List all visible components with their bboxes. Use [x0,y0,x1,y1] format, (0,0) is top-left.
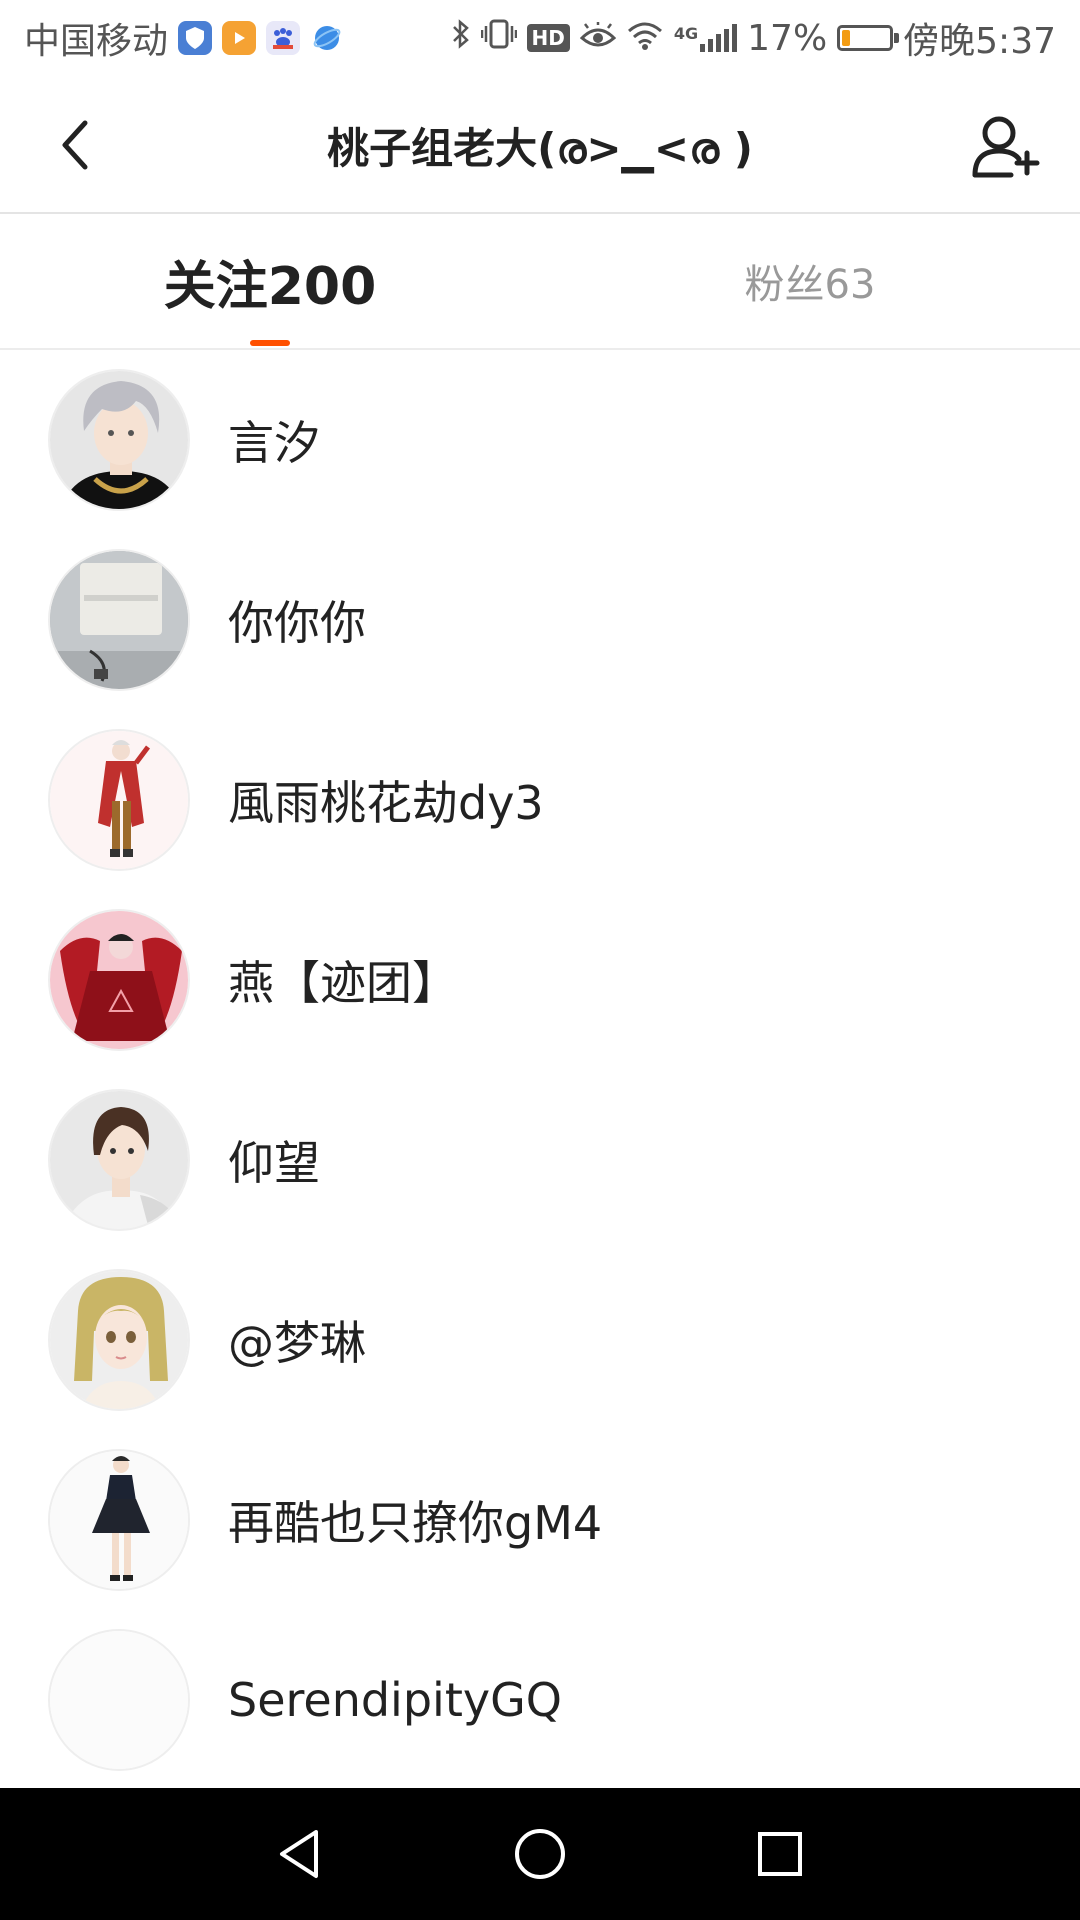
security-app-icon [178,21,213,55]
user-name: 仰望 [228,1136,320,1190]
triangle-back-icon [280,1830,318,1878]
wifi-icon [626,18,664,59]
eye-comfort-icon [579,18,617,59]
black-dress-avatar [48,1449,190,1591]
battery-percent: 17% [747,17,828,59]
status-right: HD 4G 17% 傍晚5:37 [451,12,1056,64]
tab-fans-label: 粉丝63 [744,262,876,308]
user-name: 燕【迹团】 [228,956,458,1010]
cellular-signal: 4G [673,24,738,52]
blank-avatar [48,1629,190,1771]
user-name: 言汐 [228,416,320,470]
system-nav-bar [0,1788,1080,1920]
add-friend-button[interactable] [966,106,1046,186]
square-recents-icon [758,1832,802,1876]
list-item[interactable]: SerendipityGQ [0,1610,1080,1788]
user-name: 風雨桃花劫dy3 [228,776,544,830]
user-add-icon [972,116,1040,178]
brown-hair-avatar [48,1089,190,1231]
user-name: @梦琳 [228,1316,366,1370]
tab-following[interactable]: 关注200 [120,214,420,348]
list-item[interactable]: 你你你 [0,530,1080,710]
list-item[interactable]: 再酷也只撩你gM4 [0,1430,1080,1610]
list-item[interactable]: @梦琳 [0,1250,1080,1430]
baidu-app-icon [266,21,301,55]
user-name: 你你你 [228,596,366,650]
tab-following-label: 关注200 [163,256,377,317]
following-list: 言汐 你你你 風雨桃花劫dy3 燕【迹团】 仰望 @梦琳 再酷也只撩你gM4 S… [0,350,1080,1788]
clock: 傍晚5:37 [903,21,1056,62]
silver-hair-avatar [48,369,190,511]
status-left: 中国移动 [24,12,451,64]
red-coat-avatar [48,729,190,871]
blonde-avatar [48,1269,190,1411]
list-item[interactable]: 言汐 [0,350,1080,530]
browser-app-icon [310,21,345,55]
network-type-label: 4G [673,24,699,43]
signal-bars-icon [700,24,738,52]
vibrate-icon [480,18,517,59]
bluetooth-icon [451,18,471,58]
user-follow-page: 中国移动 HD 4G 17% 傍晚5:37 桃子组老大(ര>▁<ര) 关注20… [0,0,1080,1920]
carrier-label: 中国移动 [24,21,169,62]
chevron-left-icon [62,120,88,170]
list-item[interactable]: 仰望 [0,1070,1080,1250]
top-bar: 桃子组老大(ര>▁<ര ) [0,76,1080,214]
status-bar: 中国移动 HD 4G 17% 傍晚5:37 [0,0,1080,76]
nav-recents-button[interactable] [740,1814,820,1894]
battery-fill [842,30,851,46]
page-title: 桃子组老大(ര>▁<ര ) [327,123,753,173]
user-name: SerendipityGQ [228,1673,562,1727]
red-dress-avatar [48,909,190,1051]
follow-tabs: 关注200 粉丝63 [0,214,1080,350]
battery-icon [837,25,900,51]
active-tab-indicator [250,340,290,346]
nav-home-button[interactable] [500,1814,580,1894]
list-item[interactable]: 燕【迹团】 [0,890,1080,1070]
tab-fans[interactable]: 粉丝63 [660,214,960,348]
user-name: 再酷也只撩你gM4 [228,1496,603,1550]
photo-avatar [48,549,190,691]
back-button[interactable] [40,110,110,180]
list-item[interactable]: 風雨桃花劫dy3 [0,710,1080,890]
video-app-icon [222,21,257,55]
circle-home-icon [515,1829,565,1879]
hd-badge: HD [526,24,570,52]
nav-back-button[interactable] [260,1814,340,1894]
